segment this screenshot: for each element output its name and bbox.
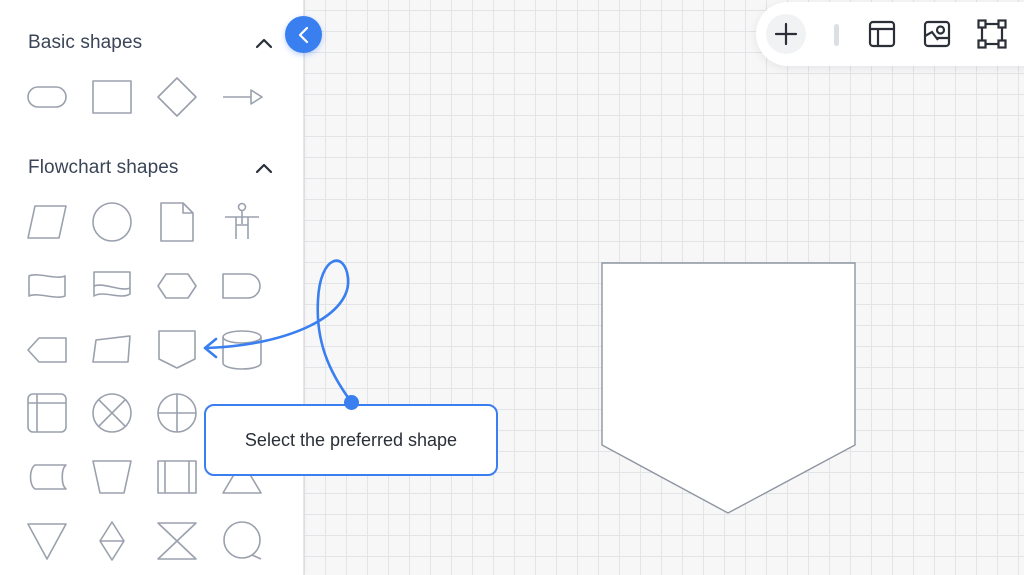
collapse-panel-button[interactable] bbox=[285, 16, 322, 53]
shape-parallelogram[interactable] bbox=[25, 200, 69, 244]
frame-icon bbox=[977, 19, 1007, 49]
shape-manual-input[interactable] bbox=[90, 328, 134, 372]
tooltip-anchor-dot bbox=[344, 395, 359, 410]
add-button[interactable] bbox=[766, 14, 806, 54]
shape-collate[interactable] bbox=[155, 519, 199, 563]
canvas-shape-off-page-connector[interactable] bbox=[600, 262, 858, 515]
layout-icon bbox=[868, 20, 896, 48]
shape-display[interactable] bbox=[25, 328, 69, 372]
shape-actor[interactable] bbox=[220, 200, 264, 244]
flowchart-shapes-title: Flowchart shapes bbox=[28, 157, 179, 178]
shape-summing-junction[interactable] bbox=[90, 391, 134, 435]
shape-extract[interactable] bbox=[25, 519, 69, 563]
shape-manual-operation[interactable] bbox=[90, 455, 134, 499]
shape-terminator[interactable] bbox=[25, 75, 69, 119]
shape-stored-data[interactable] bbox=[25, 455, 69, 499]
chevron-up-icon[interactable] bbox=[254, 33, 274, 53]
basic-shapes-header[interactable]: Basic shapes bbox=[28, 31, 274, 55]
tooltip-text: Select the preferred shape bbox=[244, 429, 458, 450]
shape-database[interactable] bbox=[220, 328, 264, 372]
shape-preparation[interactable] bbox=[155, 264, 199, 308]
image-button[interactable] bbox=[917, 14, 957, 54]
shape-tape[interactable] bbox=[25, 264, 69, 308]
shape-or[interactable] bbox=[155, 391, 199, 435]
shape-circle[interactable] bbox=[90, 200, 134, 244]
layout-button[interactable] bbox=[862, 14, 902, 54]
chevron-up-icon[interactable] bbox=[254, 158, 274, 178]
flowchart-shapes-header[interactable]: Flowchart shapes bbox=[28, 156, 274, 180]
shape-internal-storage[interactable] bbox=[25, 391, 69, 435]
shape-sort[interactable] bbox=[90, 519, 134, 563]
shape-diamond[interactable] bbox=[155, 75, 199, 119]
top-toolbar bbox=[756, 2, 1024, 66]
shape-arrow[interactable] bbox=[220, 75, 264, 119]
shape-connector[interactable] bbox=[220, 519, 264, 563]
shapes-panel: Basic shapes Flowchart shapes bbox=[0, 0, 304, 575]
shape-document[interactable] bbox=[155, 200, 199, 244]
shape-multi-document[interactable] bbox=[90, 264, 134, 308]
shape-delay[interactable] bbox=[220, 264, 264, 308]
frame-button[interactable] bbox=[972, 14, 1012, 54]
shape-predefined-process[interactable] bbox=[155, 455, 199, 499]
toolbar-divider bbox=[834, 24, 839, 46]
hint-tooltip: Select the preferred shape bbox=[204, 404, 498, 476]
image-icon bbox=[923, 20, 951, 48]
chevron-left-icon bbox=[298, 26, 308, 43]
add-icon bbox=[774, 22, 798, 46]
basic-shapes-title: Basic shapes bbox=[28, 32, 143, 53]
shape-rectangle[interactable] bbox=[90, 75, 134, 119]
shape-off-page-connector[interactable] bbox=[155, 328, 199, 372]
